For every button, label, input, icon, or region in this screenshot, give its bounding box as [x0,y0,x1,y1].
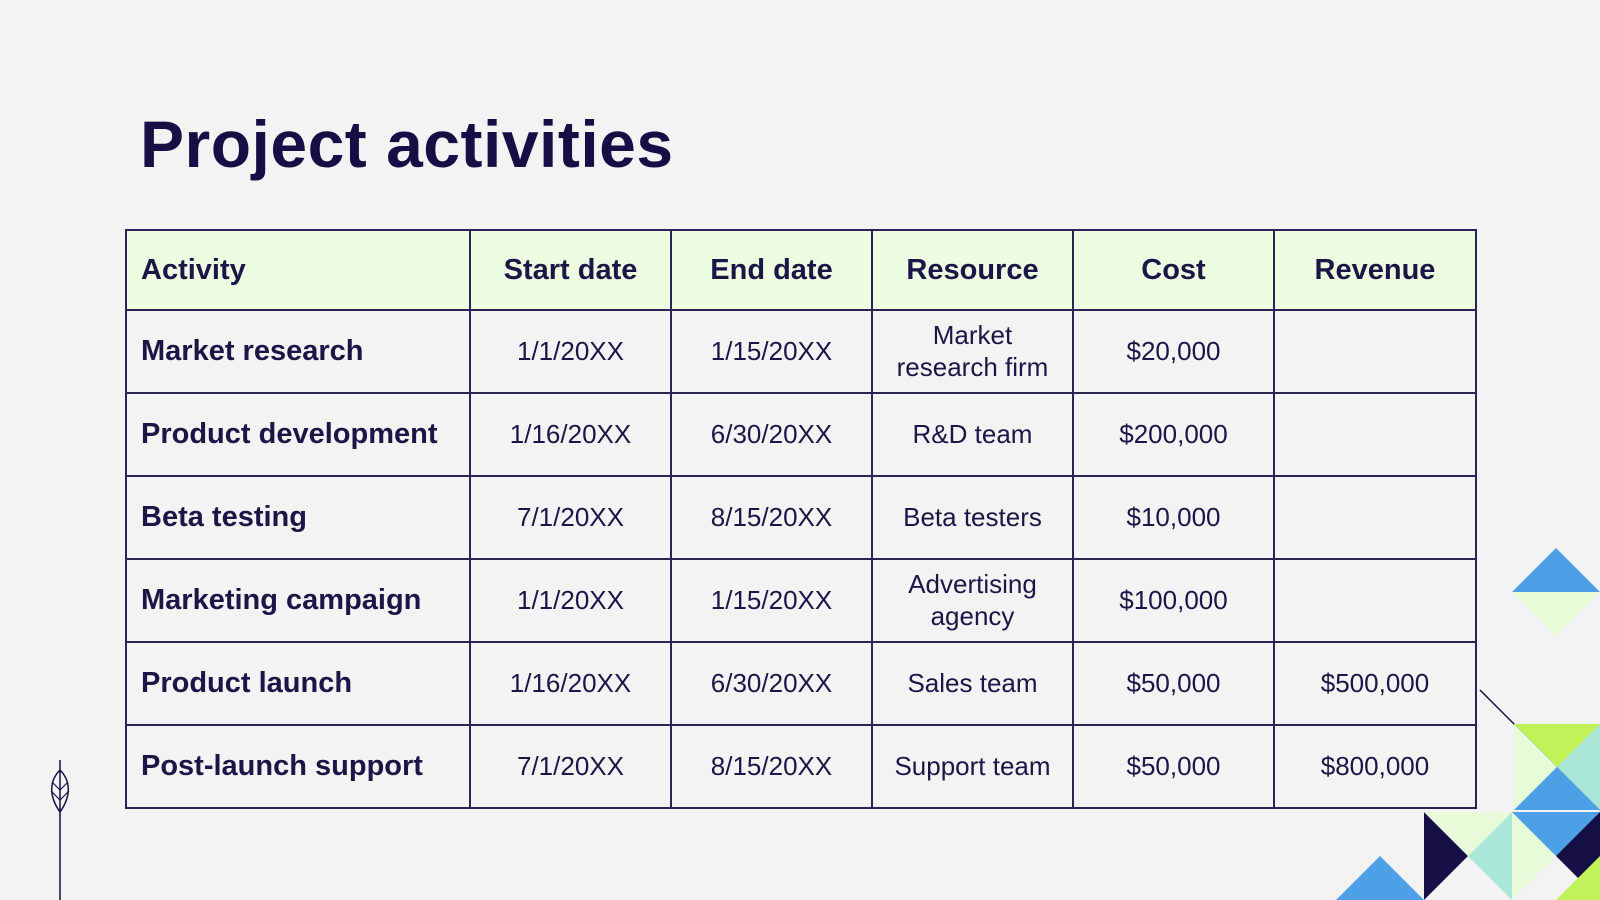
cell-cost: $100,000 [1072,558,1275,643]
cell-end-date: 8/15/20XX [670,724,873,809]
triangle-blue [1512,812,1600,856]
triangle-blue [1512,548,1600,592]
cell-end-date: 6/30/20XX [670,392,873,477]
cell-revenue [1273,309,1477,394]
triangle-pale-green [1424,812,1512,856]
table-body: Market research 1/1/20XX 1/15/20XX Marke… [125,309,1477,809]
cell-end-date: 1/15/20XX [670,558,873,643]
cell-resource: Support team [871,724,1074,809]
cell-revenue: $800,000 [1273,724,1477,809]
cell-activity: Marketing campaign [125,558,471,643]
activities-table: Activity Start date End date Resource Co… [125,229,1477,809]
cell-revenue [1273,475,1477,560]
column-header-revenue: Revenue [1273,229,1477,311]
diagonal-line [1479,689,1600,811]
cell-cost: $200,000 [1072,392,1275,477]
triangle-mint [1557,724,1600,810]
cell-revenue [1273,558,1477,643]
cell-revenue [1273,392,1477,477]
table-row: Beta testing 7/1/20XX 8/15/20XX Beta tes… [125,475,1477,560]
triangle-lime [1556,856,1600,900]
cell-end-date: 8/15/20XX [670,475,873,560]
table-row: Product development 1/16/20XX 6/30/20XX … [125,392,1477,477]
column-header-cost: Cost [1072,229,1275,311]
cell-cost: $50,000 [1072,641,1275,726]
triangle-pale-green [1514,724,1557,810]
cell-activity: Product development [125,392,471,477]
triangle-blue [1336,856,1424,900]
cell-start-date: 1/1/20XX [469,558,672,643]
cell-resource: Sales team [871,641,1074,726]
cell-activity: Post-launch support [125,724,471,809]
triangle-lime [1514,724,1600,810]
slide: Project activities Activity Start date E… [0,0,1600,900]
cell-resource: Market research firm [871,309,1074,394]
triangle-navy [1556,812,1600,900]
triangle-mint [1468,812,1512,900]
triangle-pale-green [1512,592,1600,636]
table-header-row: Activity Start date End date Resource Co… [125,229,1477,311]
table-header: Activity Start date End date Resource Co… [125,229,1477,311]
triangle-pale-green [1512,812,1556,900]
cell-cost: $10,000 [1072,475,1275,560]
cell-start-date: 1/16/20XX [469,392,672,477]
table-row: Product launch 1/16/20XX 6/30/20XX Sales… [125,641,1477,726]
cell-cost: $50,000 [1072,724,1275,809]
table-row: Post-launch support 7/1/20XX 8/15/20XX S… [125,724,1477,809]
table-row: Market research 1/1/20XX 1/15/20XX Marke… [125,309,1477,394]
triangle-blue [1514,767,1600,810]
triangle-navy [1424,812,1468,900]
cell-start-date: 1/16/20XX [469,641,672,726]
cell-revenue: $500,000 [1273,641,1477,726]
cell-activity: Product launch [125,641,471,726]
column-header-end-date: End date [670,229,873,311]
cell-activity: Market research [125,309,471,394]
cell-end-date: 1/15/20XX [670,309,873,394]
cell-start-date: 7/1/20XX [469,475,672,560]
cell-end-date: 6/30/20XX [670,641,873,726]
cell-start-date: 7/1/20XX [469,724,672,809]
cell-resource: Advertising agency [871,558,1074,643]
cell-start-date: 1/1/20XX [469,309,672,394]
table-row: Marketing campaign 1/1/20XX 1/15/20XX Ad… [125,558,1477,643]
column-header-start-date: Start date [469,229,672,311]
column-header-resource: Resource [871,229,1074,311]
cell-activity: Beta testing [125,475,471,560]
page-title: Project activities [140,107,674,181]
column-header-activity: Activity [125,229,471,311]
cell-resource: Beta testers [871,475,1074,560]
cell-cost: $20,000 [1072,309,1275,394]
cell-resource: R&D team [871,392,1074,477]
